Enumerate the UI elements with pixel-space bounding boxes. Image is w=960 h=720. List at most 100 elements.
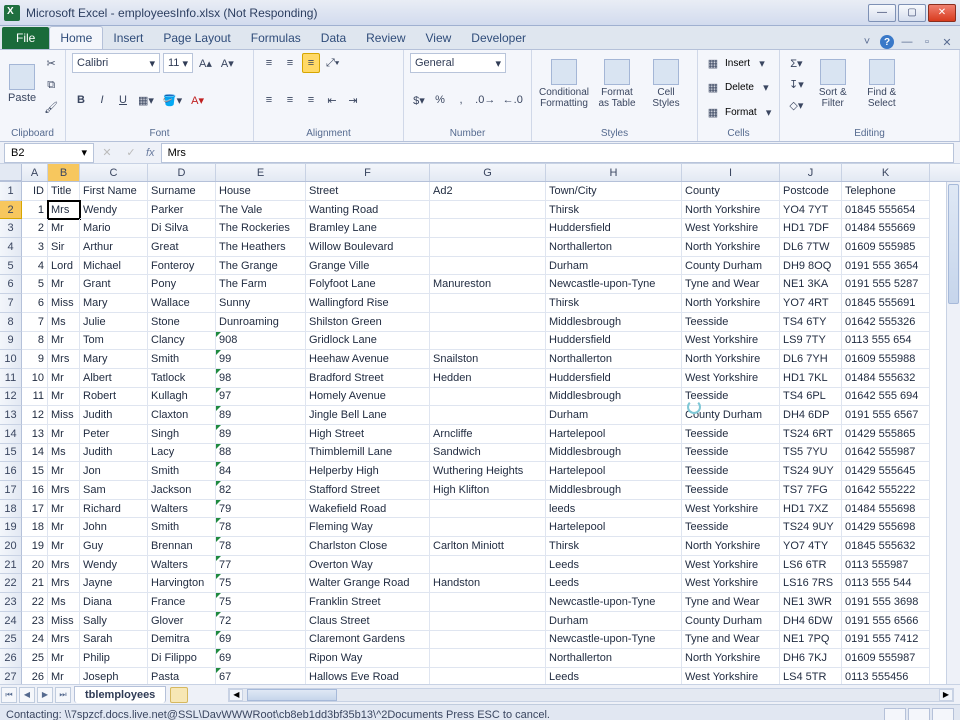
row-header[interactable]: 6 <box>0 275 22 294</box>
row-header[interactable]: 22 <box>0 574 22 593</box>
autosum-icon[interactable]: Σ▾ <box>786 53 807 73</box>
cell[interactable]: Diana <box>80 593 148 612</box>
cell[interactable]: Joseph <box>80 668 148 684</box>
cell[interactable]: Telephone <box>842 182 930 201</box>
row-header[interactable]: 15 <box>0 444 22 463</box>
delete-cells-button[interactable]: ▦ <box>704 78 722 98</box>
cell[interactable]: Middlesbrough <box>546 481 682 500</box>
cell[interactable]: 01609 555987 <box>842 649 930 668</box>
tab-review[interactable]: Review <box>356 27 415 49</box>
cell[interactable]: Wakefield Road <box>306 500 430 519</box>
cell[interactable]: DL6 7TW <box>780 238 842 257</box>
new-sheet-button[interactable] <box>170 687 188 703</box>
cell[interactable]: 88 <box>216 444 306 463</box>
sheet-nav-next[interactable]: ▶ <box>37 687 53 703</box>
cell[interactable]: John <box>80 518 148 537</box>
cell[interactable]: 79 <box>216 500 306 519</box>
cell[interactable]: Sally <box>80 612 148 631</box>
italic-button[interactable]: I <box>93 90 111 110</box>
cell[interactable]: Walters <box>148 556 216 575</box>
tab-data[interactable]: Data <box>311 27 356 49</box>
cell[interactable]: 12 <box>22 406 48 425</box>
cell[interactable]: Town/City <box>546 182 682 201</box>
border-button[interactable]: ▦▾ <box>135 90 157 110</box>
cell[interactable]: Lord <box>48 257 80 276</box>
cell[interactable] <box>430 388 546 407</box>
cell[interactable]: Middlesbrough <box>546 444 682 463</box>
cell[interactable]: West Yorkshire <box>682 332 780 351</box>
cell[interactable]: DH9 8OQ <box>780 257 842 276</box>
cell[interactable]: North Yorkshire <box>682 649 780 668</box>
cell[interactable]: Wendy <box>80 201 148 220</box>
row-header[interactable]: 14 <box>0 425 22 444</box>
currency-icon[interactable]: $▾ <box>410 90 428 110</box>
cell[interactable]: Walter Grange Road <box>306 574 430 593</box>
cell[interactable]: 17 <box>22 500 48 519</box>
clear-icon[interactable]: ◇▾ <box>786 95 807 115</box>
cell[interactable]: Demitra <box>148 631 216 650</box>
cell[interactable]: TS24 9UY <box>780 462 842 481</box>
cell[interactable]: Mrs <box>48 481 80 500</box>
row-header[interactable]: 5 <box>0 257 22 276</box>
cell[interactable]: 0191 555 6567 <box>842 406 930 425</box>
cell[interactable]: 72 <box>216 612 306 631</box>
cell[interactable]: North Yorkshire <box>682 201 780 220</box>
cell[interactable]: 4 <box>22 257 48 276</box>
cell[interactable]: County Durham <box>682 612 780 631</box>
increase-decimal-icon[interactable]: .0→ <box>473 90 498 110</box>
format-as-table-button[interactable]: Format as Table <box>593 53 641 115</box>
cell[interactable]: The Farm <box>216 275 306 294</box>
column-header-K[interactable]: K <box>842 164 930 181</box>
cell[interactable]: TS4 6PL <box>780 388 842 407</box>
cell[interactable]: TS24 6RT <box>780 425 842 444</box>
percent-icon[interactable]: % <box>431 90 449 110</box>
cell[interactable]: North Yorkshire <box>682 537 780 556</box>
cell[interactable]: Ripon Way <box>306 649 430 668</box>
cell[interactable]: 19 <box>22 537 48 556</box>
cell[interactable] <box>430 668 546 684</box>
align-middle-icon[interactable]: ≡ <box>281 53 299 73</box>
column-header-E[interactable]: E <box>216 164 306 181</box>
align-center-icon[interactable]: ≡ <box>281 90 299 110</box>
cell[interactable]: DL6 7YH <box>780 350 842 369</box>
cell[interactable]: Fleming Way <box>306 518 430 537</box>
cell[interactable]: Sunny <box>216 294 306 313</box>
cell[interactable] <box>430 219 546 238</box>
cell[interactable]: Tyne and Wear <box>682 593 780 612</box>
sort-filter-button[interactable]: Sort & Filter <box>810 53 856 115</box>
cell[interactable]: Mrs <box>48 574 80 593</box>
accept-formula-icon[interactable]: ✓ <box>122 143 140 163</box>
cell[interactable]: Brennan <box>148 537 216 556</box>
cell[interactable]: Julie <box>80 313 148 332</box>
cell[interactable]: Mr <box>48 425 80 444</box>
cell[interactable] <box>430 518 546 537</box>
column-header-B[interactable]: B <box>48 164 80 181</box>
cell[interactable]: Dunroaming <box>216 313 306 332</box>
cell[interactable] <box>430 631 546 650</box>
cell[interactable]: Tatlock <box>148 369 216 388</box>
cell[interactable]: Durham <box>546 257 682 276</box>
cell[interactable]: House <box>216 182 306 201</box>
row-header[interactable]: 20 <box>0 537 22 556</box>
sheet-tab-active[interactable]: tblemployees <box>74 686 166 703</box>
cell[interactable] <box>430 593 546 612</box>
cell[interactable]: Mr <box>48 388 80 407</box>
cell[interactable]: North Yorkshire <box>682 350 780 369</box>
cell[interactable]: 15 <box>22 462 48 481</box>
cell[interactable]: DH4 6DP <box>780 406 842 425</box>
cell[interactable]: Ms <box>48 313 80 332</box>
cell[interactable]: Northallerton <box>546 238 682 257</box>
vertical-scrollbar[interactable] <box>946 182 960 684</box>
cell[interactable]: 01609 555988 <box>842 350 930 369</box>
cell[interactable]: Leeds <box>546 574 682 593</box>
row-header[interactable]: 18 <box>0 500 22 519</box>
row-header[interactable]: 7 <box>0 294 22 313</box>
cell[interactable]: 01429 555645 <box>842 462 930 481</box>
cell[interactable] <box>430 313 546 332</box>
cell[interactable]: 0113 555456 <box>842 668 930 684</box>
hscroll-left[interactable]: ◀ <box>229 689 243 701</box>
cell[interactable]: Judith <box>80 444 148 463</box>
cell[interactable]: Stone <box>148 313 216 332</box>
cell[interactable] <box>430 294 546 313</box>
cell[interactable]: LS4 5TR <box>780 668 842 684</box>
